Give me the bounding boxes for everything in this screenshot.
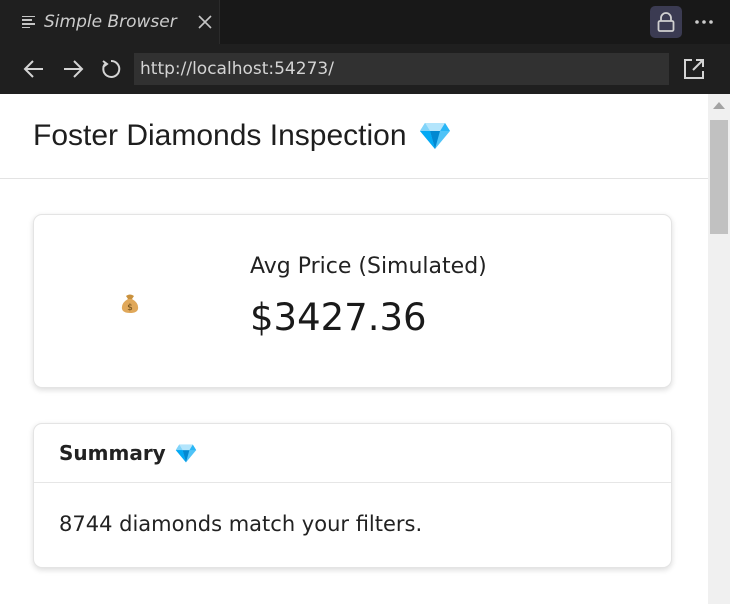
- tab-bar: Simple Browser: [0, 0, 730, 44]
- close-icon[interactable]: [196, 13, 214, 31]
- tab-actions: [650, 0, 730, 44]
- summary-title: Summary: [59, 441, 166, 465]
- more-actions-button[interactable]: [692, 6, 716, 38]
- scroll-up-icon[interactable]: [713, 102, 725, 109]
- navigation-bar: [0, 44, 730, 94]
- metric-value: $3427.36: [250, 296, 427, 339]
- page-header: Foster Diamonds Inspection: [0, 94, 708, 179]
- metric-label: Avg Price (Simulated): [250, 254, 487, 279]
- arrow-left-icon: [23, 60, 43, 78]
- tab-simple-browser[interactable]: Simple Browser: [0, 0, 220, 44]
- web-page: Foster Diamonds Inspection $ Avg Price (…: [0, 94, 708, 604]
- arrow-right-icon: [64, 60, 84, 78]
- svg-text:$: $: [127, 303, 133, 313]
- gem-icon: [419, 123, 450, 149]
- scrollbar-thumb[interactable]: [710, 120, 728, 234]
- money-bag-icon: $: [121, 294, 139, 313]
- forward-button[interactable]: [60, 56, 86, 82]
- summary-header: Summary: [34, 424, 671, 483]
- back-button[interactable]: [21, 56, 47, 82]
- reload-button[interactable]: [98, 56, 124, 82]
- url-input[interactable]: [134, 53, 669, 85]
- open-external-icon: [684, 59, 704, 79]
- gem-icon: [175, 444, 196, 462]
- more-icon: [695, 20, 713, 24]
- page-scrollbar[interactable]: [708, 94, 730, 604]
- avg-price-card: $ Avg Price (Simulated) $3427.36: [33, 214, 672, 388]
- lock-icon: [657, 12, 675, 32]
- page-title: Foster Diamonds Inspection: [33, 119, 407, 152]
- summary-card: Summary 8744 diamonds match your filters…: [33, 423, 672, 568]
- open-external-button[interactable]: [681, 56, 707, 82]
- lock-button[interactable]: [650, 6, 682, 38]
- tab-title: Simple Browser: [44, 12, 177, 32]
- preview-icon: [22, 15, 35, 29]
- summary-text: 8744 diamonds match your filters.: [59, 512, 423, 536]
- reload-icon: [102, 59, 121, 78]
